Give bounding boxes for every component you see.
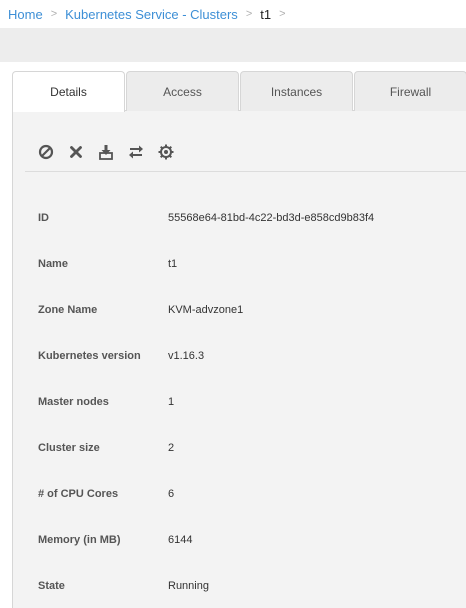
tab-label: Instances <box>270 84 323 99</box>
detail-value: t1 <box>168 258 178 270</box>
detail-row-zone: Zone Name KVM-advzone1 <box>38 300 458 320</box>
detail-row-memory: Memory (in MB) 6144 <box>38 530 458 550</box>
detail-value: 6144 <box>168 534 193 546</box>
detail-value: 2 <box>168 442 175 454</box>
detail-label: Memory (in MB) <box>38 534 121 546</box>
detail-value: 1 <box>168 396 175 408</box>
breadcrumb: Home > Kubernetes Service - Clusters > t… <box>0 0 466 28</box>
divider <box>25 171 466 172</box>
detail-row-name: Name t1 <box>38 254 458 274</box>
detail-label: # of CPU Cores <box>38 488 119 500</box>
detail-value: 55568e64-81bd-4c22-bd3d-e858cd9b83f4 <box>168 212 375 224</box>
detail-row-cpu-cores: # of CPU Cores 6 <box>38 484 458 504</box>
detail-value: KVM-advzone1 <box>168 304 244 316</box>
disable-button[interactable] <box>36 142 56 162</box>
gear-icon <box>158 144 174 160</box>
toolbar-band <box>0 28 466 62</box>
detail-value: v1.16.3 <box>168 350 205 362</box>
breadcrumb-home-link[interactable]: Home <box>8 7 43 22</box>
breadcrumb-separator: > <box>245 8 253 20</box>
detail-row-cluster-size: Cluster size 2 <box>38 438 458 458</box>
breadcrumb-current: t1 <box>260 6 272 22</box>
ban-icon <box>38 144 54 160</box>
breadcrumb-separator: > <box>279 8 286 20</box>
tab-details[interactable]: Details <box>12 71 125 112</box>
breadcrumb-separator: > <box>50 8 58 20</box>
detail-label: Cluster size <box>38 442 100 454</box>
detail-row-k8s-version: Kubernetes version v1.16.3 <box>38 346 458 366</box>
detail-value: 6 <box>168 488 175 500</box>
tab-firewall[interactable]: Firewall <box>354 71 466 111</box>
settings-button[interactable] <box>156 142 176 162</box>
tab-access[interactable]: Access <box>126 71 239 111</box>
scale-button[interactable] <box>126 142 146 162</box>
swap-icon <box>129 145 143 159</box>
download-button[interactable] <box>96 142 116 162</box>
tab-label: Details <box>50 85 87 99</box>
detail-label: State <box>38 580 65 592</box>
tab-label: Firewall <box>389 84 432 99</box>
action-toolbar <box>36 142 186 162</box>
detail-row-master-nodes: Master nodes 1 <box>38 392 458 412</box>
download-icon <box>99 145 113 160</box>
close-icon <box>70 146 82 158</box>
tab-label: Access <box>163 84 202 99</box>
detail-label: ID <box>38 212 49 224</box>
detail-label: Master nodes <box>38 396 109 408</box>
destroy-button[interactable] <box>66 142 86 162</box>
detail-row-state: State Running <box>38 576 458 596</box>
detail-label: Zone Name <box>38 304 98 316</box>
detail-label: Kubernetes version <box>38 350 141 362</box>
breadcrumb-clusters-link[interactable]: Kubernetes Service - Clusters <box>65 7 238 22</box>
status-text: Running <box>168 580 209 592</box>
detail-label: Name <box>38 258 68 270</box>
detail-row-id: ID 55568e64-81bd-4c22-bd3d-e858cd9b83f4 <box>38 208 458 228</box>
tab-instances[interactable]: Instances <box>240 71 353 111</box>
